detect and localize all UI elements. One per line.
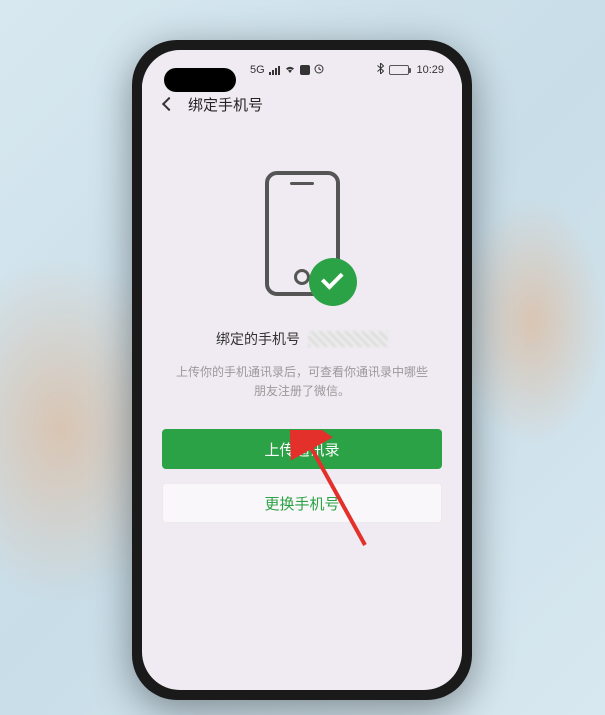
bound-phone-row: 绑定的手机号 xyxy=(162,329,442,349)
main-content: 绑定的手机号 上传你的手机通讯录后，可查看你通讯录中哪些朋友注册了微信。 上传通… xyxy=(142,126,462,562)
page-title: 绑定手机号 xyxy=(188,94,263,115)
signal-icon xyxy=(269,66,280,75)
status-time: 10:29 xyxy=(416,64,444,76)
checkmark-badge xyxy=(309,258,357,306)
camera-punch-hole xyxy=(164,68,236,92)
change-phone-button[interactable]: 更换手机号 xyxy=(162,483,442,523)
description-text: 上传你的手机通讯录后，可查看你通讯录中哪些朋友注册了微信。 xyxy=(162,363,442,401)
phone-screen: 5G 10:29 xyxy=(142,50,462,690)
chevron-left-icon xyxy=(162,97,176,111)
battery-icon xyxy=(389,65,411,75)
phone-illustration xyxy=(257,171,347,301)
back-button[interactable] xyxy=(154,89,184,119)
check-icon xyxy=(321,267,344,290)
app-icon-1 xyxy=(300,65,310,75)
bound-phone-number-redacted xyxy=(308,331,388,347)
wifi-icon xyxy=(284,64,296,77)
bluetooth-icon xyxy=(377,63,384,77)
bound-phone-label: 绑定的手机号 xyxy=(216,329,300,349)
clock-icon xyxy=(314,64,324,77)
phone-device: 5G 10:29 xyxy=(132,40,472,700)
upload-contacts-button[interactable]: 上传通讯录 xyxy=(162,429,442,469)
network-5g: 5G xyxy=(250,64,265,76)
status-left: 5G xyxy=(250,64,324,77)
status-right: 10:29 xyxy=(377,63,444,77)
